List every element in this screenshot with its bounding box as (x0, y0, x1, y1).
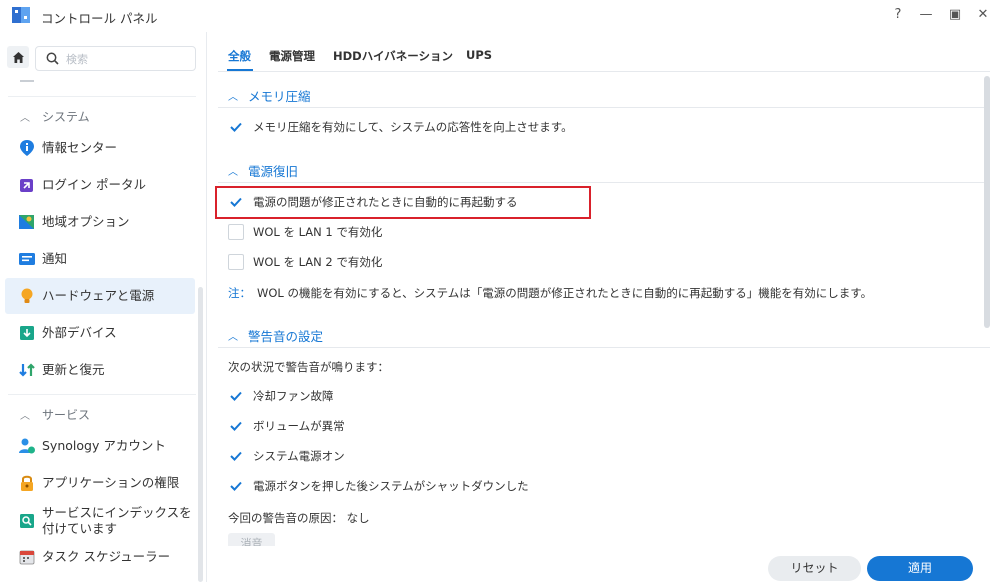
sidebar-item-synology-account[interactable]: Synology アカウント (5, 428, 195, 464)
sidebar-item-info-center[interactable]: 情報センター (5, 130, 195, 166)
section-header-system[interactable]: ︿ システム (20, 108, 90, 125)
tab-ups[interactable]: UPS (466, 48, 492, 62)
control-panel-window: コントロール パネル ? — ▣ ✕ ︿ システム (0, 0, 1000, 582)
checkmark-icon (230, 481, 242, 491)
scroll-remnant (20, 80, 34, 82)
beep-volume-degraded-checkbox[interactable] (228, 418, 244, 434)
tab-bar: 全般 電源管理 HDDハイバネーション UPS (208, 32, 1000, 76)
beep-power-button-shutdown-checkbox[interactable] (228, 478, 244, 494)
note-prefix: 注： (228, 286, 251, 300)
group-divider (218, 182, 990, 183)
update-restore-icon (19, 363, 35, 377)
beep-intro: 次の状況で警告音が鳴ります： (228, 360, 389, 374)
auto-restart-checkbox[interactable] (228, 194, 244, 210)
memory-compression-option[interactable]: メモリ圧縮を有効にして、システムの応答性を向上させます。 (228, 119, 573, 135)
wol-lan1-option[interactable]: WOL を LAN 1 で有効化 (228, 224, 382, 240)
title-bar: コントロール パネル ? — ▣ ✕ (0, 0, 1000, 32)
notification-icon (19, 253, 35, 265)
section-label: システム (42, 110, 90, 124)
sidebar-scrollbar[interactable] (198, 287, 203, 582)
search-box[interactable] (35, 46, 196, 71)
close-button[interactable]: ✕ (972, 5, 994, 25)
sidebar-divider (8, 394, 196, 395)
indexing-service-icon (20, 514, 34, 528)
sidebar: ︿ システム 情報センター ログイン ポータル 地域オプション (0, 32, 207, 582)
chevron-up-icon: ︿ (228, 332, 238, 343)
login-portal-icon (20, 179, 33, 192)
reset-button[interactable]: リセット (768, 556, 861, 581)
section-header-services[interactable]: ︿ サービス (20, 406, 90, 423)
regional-options-icon (19, 215, 34, 229)
group-header-memory-compression[interactable]: ︿ メモリ圧縮 (228, 86, 311, 105)
chevron-up-icon: ︿ (20, 411, 30, 422)
auto-restart-option[interactable]: 電源の問題が修正されたときに自動的に再起動する (228, 194, 518, 210)
sidebar-item-notification[interactable]: 通知 (5, 241, 195, 277)
task-scheduler-icon (19, 550, 35, 565)
tab-power-management[interactable]: 電源管理 (269, 48, 315, 64)
wol-lan2-checkbox[interactable] (228, 254, 244, 270)
beep-fan-failure-option[interactable]: 冷却ファン故障 (228, 388, 334, 404)
checkmark-icon (230, 122, 242, 132)
group-divider (218, 347, 990, 348)
sidebar-item-task-scheduler[interactable]: タスク スケジューラー (5, 539, 195, 575)
wol-lan1-checkbox[interactable] (228, 224, 244, 240)
window-title: コントロール パネル (41, 11, 158, 26)
group-header-power-recovery[interactable]: ︿ 電源復旧 (228, 161, 298, 180)
maximize-button[interactable]: ▣ (944, 5, 966, 25)
sidebar-item-external-devices[interactable]: 外部デバイス (5, 315, 195, 351)
wol-lan2-option[interactable]: WOL を LAN 2 で有効化 (228, 254, 382, 270)
info-icon (20, 140, 34, 156)
chevron-up-icon: ︿ (228, 92, 238, 103)
home-button[interactable] (7, 46, 29, 68)
sidebar-item-hardware-power[interactable]: ハードウェアと電源 (5, 278, 195, 314)
main-panel: 全般 電源管理 HDDハイバネーション UPS ︿ メモリ圧縮 メモリ圧縮を有効… (208, 32, 1000, 582)
group-title: 警告音の設定 (248, 329, 324, 344)
home-icon (12, 51, 24, 63)
beep-power-on-checkbox[interactable] (228, 448, 244, 464)
checkmark-icon (230, 451, 242, 461)
chevron-up-icon: ︿ (20, 113, 30, 124)
wol-note: 注： WOL の機能を有効にすると、システムは「電源の問題が修正されたときに自動的… (228, 286, 873, 300)
clear-beep-button[interactable]: 消音 (228, 533, 275, 546)
checkmark-icon (230, 421, 242, 431)
group-divider (218, 107, 990, 108)
chevron-up-icon: ︿ (228, 167, 238, 178)
checkmark-icon (230, 197, 242, 207)
tab-hdd-hibernation[interactable]: HDDハイバネーション (333, 48, 453, 64)
group-header-beep-settings[interactable]: ︿ 警告音の設定 (228, 326, 323, 345)
sidebar-item-regional-options[interactable]: 地域オプション (5, 204, 195, 240)
content-scrollbar[interactable] (984, 76, 990, 328)
apply-button[interactable]: 適用 (867, 556, 973, 581)
beep-volume-degraded-option[interactable]: ボリュームが異常 (228, 418, 345, 434)
settings-content: ︿ メモリ圧縮 メモリ圧縮を有効にして、システムの応答性を向上させます。 ︿ 電… (208, 76, 990, 546)
tab-divider (218, 71, 990, 72)
external-devices-icon (20, 326, 34, 340)
sidebar-item-login-portal[interactable]: ログイン ポータル (5, 167, 195, 203)
synology-account-icon (19, 438, 35, 454)
beep-fan-failure-checkbox[interactable] (228, 388, 244, 404)
group-title: 電源復旧 (248, 164, 299, 179)
sidebar-divider (8, 96, 196, 97)
group-title: メモリ圧縮 (248, 89, 311, 104)
beep-power-on-option[interactable]: システム電源オン (228, 448, 345, 464)
search-input[interactable] (66, 50, 186, 68)
sidebar-item-app-privileges[interactable]: アプリケーションの権限 (5, 465, 195, 501)
footer: リセット 適用 (208, 546, 1000, 582)
checkmark-icon (230, 391, 242, 401)
section-label: サービス (42, 408, 91, 422)
control-panel-app-icon (12, 7, 30, 23)
search-icon (46, 52, 59, 65)
help-button[interactable]: ? (887, 5, 909, 25)
tab-general[interactable]: 全般 (228, 48, 251, 64)
sidebar-item-update-restore[interactable]: 更新と復元 (5, 352, 195, 388)
app-privileges-icon (21, 475, 33, 491)
hardware-power-icon (21, 288, 33, 303)
beep-cause: 今回の警告音の原因： なし (228, 511, 370, 525)
memory-compression-checkbox[interactable] (228, 119, 244, 135)
minimize-button[interactable]: — (915, 5, 937, 25)
beep-power-button-shutdown-option[interactable]: 電源ボタンを押した後システムがシャットダウンした (228, 478, 529, 494)
sidebar-item-indexing-service[interactable]: サービスにインデックスを付けています (5, 502, 195, 540)
